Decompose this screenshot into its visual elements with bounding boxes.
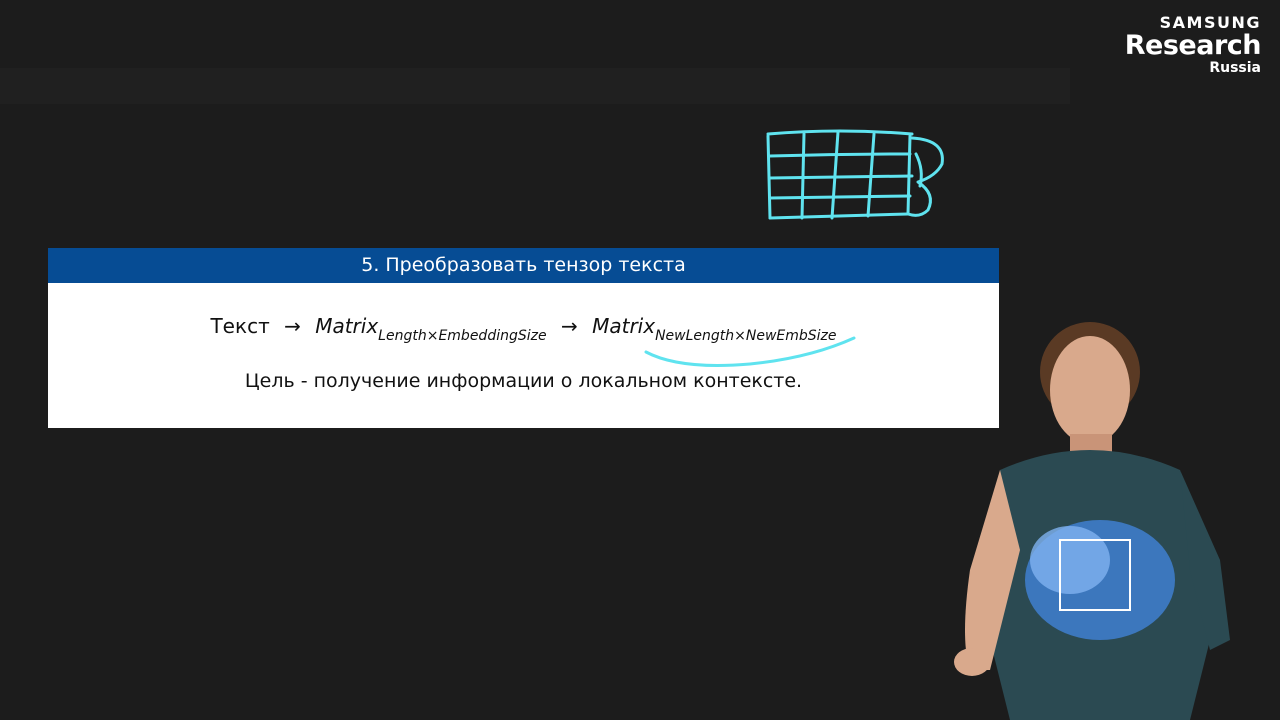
logo-research: Research xyxy=(1124,30,1262,61)
block-header: 5. Преобразовать тензор текста xyxy=(48,248,999,283)
hand-drawn-matrix-sketch xyxy=(766,129,944,220)
formula-subscript-1: Length×EmbeddingSize xyxy=(378,328,546,344)
samsung-research-logo: SAMSUNG Research Russia xyxy=(1124,14,1262,77)
sub1-times: × xyxy=(426,328,439,344)
logo-russia: Russia xyxy=(1209,60,1261,76)
block-number: 5. xyxy=(361,254,380,276)
faded-previous-line xyxy=(0,68,1070,104)
goal-text: Цель - получение информации о локальном … xyxy=(244,370,803,392)
sub1-embedding-size: EmbeddingSize xyxy=(438,328,547,344)
formula-matrix-1: Matrix xyxy=(315,314,379,338)
sub1-length: Length xyxy=(378,328,427,344)
formula-source: Текст xyxy=(210,314,270,338)
formula-arrow-1: → xyxy=(284,314,301,338)
formula-arrow-2: → xyxy=(560,314,578,338)
block-title: Преобразовать тензор текста xyxy=(385,254,686,276)
presenter-figure xyxy=(954,322,1230,720)
hand-drawn-underline xyxy=(644,336,856,367)
